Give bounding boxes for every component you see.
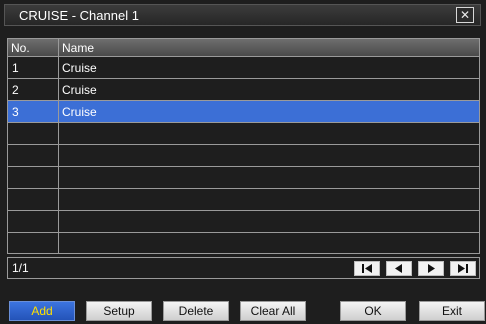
next-page-icon	[428, 264, 435, 273]
table-row[interactable]: 2 Cruise	[8, 79, 479, 101]
table-row-empty	[8, 167, 479, 189]
table-row-empty	[8, 123, 479, 145]
row-name: Cruise	[62, 83, 97, 97]
row-number: 3	[12, 105, 19, 119]
table-row-empty	[8, 145, 479, 167]
row-name: Cruise	[62, 105, 97, 119]
close-icon: ✕	[459, 8, 471, 22]
first-page-button[interactable]	[354, 261, 380, 276]
row-name: Cruise	[62, 61, 97, 75]
exit-button[interactable]: Exit	[419, 301, 485, 321]
column-header-name: Name	[62, 41, 95, 55]
setup-button[interactable]: Setup	[86, 301, 152, 321]
close-button[interactable]: ✕	[456, 7, 474, 23]
table-row-empty	[8, 233, 479, 253]
page-indicator: 1/1	[12, 261, 29, 275]
cruise-table: No. Name 1 Cruise 2 Cruise 3 Cruise	[7, 38, 480, 254]
last-page-icon	[458, 264, 468, 273]
table-row[interactable]: 1 Cruise	[8, 57, 479, 79]
row-number: 2	[12, 83, 19, 97]
first-page-icon	[362, 264, 372, 273]
title-bar: CRUISE - Channel 1 ✕	[4, 4, 481, 26]
next-page-button[interactable]	[418, 261, 444, 276]
ok-button[interactable]: OK	[340, 301, 406, 321]
dialog-title: CRUISE - Channel 1	[19, 8, 139, 23]
cruise-dialog: CRUISE - Channel 1 ✕ No. Name 1 Cruise 2…	[0, 0, 486, 324]
column-header-no: No.	[11, 41, 30, 55]
table-row-empty	[8, 189, 479, 211]
delete-button[interactable]: Delete	[163, 301, 229, 321]
prev-page-button[interactable]	[386, 261, 412, 276]
prev-page-icon	[395, 264, 402, 273]
row-number: 1	[12, 61, 19, 75]
table-row-empty	[8, 211, 479, 233]
pager-bar: 1/1	[7, 257, 480, 279]
column-divider	[58, 39, 59, 253]
table-header: No. Name	[8, 39, 479, 57]
add-button[interactable]: Add	[9, 301, 75, 321]
table-row-selected[interactable]: 3 Cruise	[8, 101, 479, 123]
clear-all-button[interactable]: Clear All	[240, 301, 306, 321]
last-page-button[interactable]	[450, 261, 476, 276]
